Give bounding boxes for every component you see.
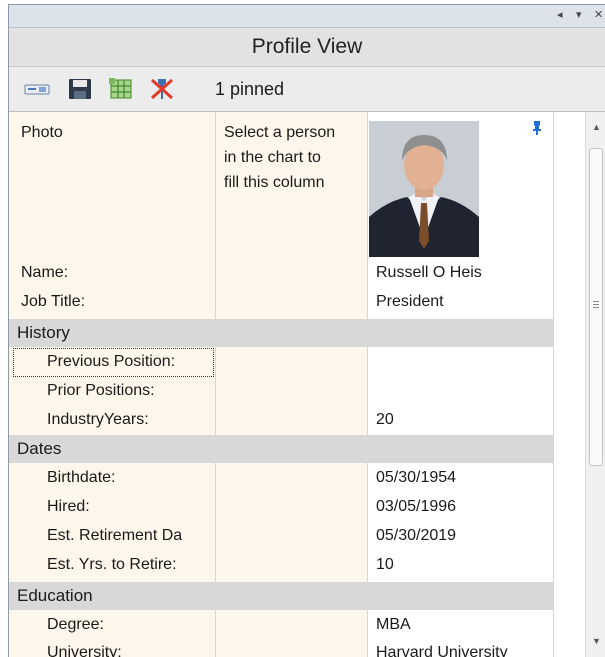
column-divider [553,112,554,657]
field-value: 20 [376,411,394,428]
dropdown-icon[interactable]: ▾ [576,8,582,21]
grip-icon [593,307,599,308]
placeholder-line: in the chart to [224,149,321,166]
placeholder-line: fill this column [224,174,325,191]
photo-label: Photo [21,124,63,141]
grip-icon [593,301,599,302]
field-label[interactable]: Prior Positions: [47,381,155,401]
empty-column [216,112,367,657]
panel-title: Profile View [9,28,605,67]
name-value: Russell O Heis [376,264,482,281]
field-value: Harvard University [376,644,508,657]
scroll-up-icon[interactable]: ▲ [592,122,601,132]
field-label[interactable]: Degree: [47,615,104,635]
job-title-label: Job Title: [21,293,86,310]
field-label[interactable]: Previous Position: [47,352,175,372]
card-icon[interactable] [24,77,50,101]
close-icon[interactable]: ✕ [594,8,603,21]
field-label[interactable]: Birthdate: [47,468,115,488]
job-title-value: President [376,293,444,310]
field-label[interactable]: IndustryYears: [47,410,149,430]
section-history[interactable]: History [9,319,553,347]
vertical-scrollbar[interactable]: ▲ ▼ [585,112,605,657]
field-value: 10 [376,556,394,573]
name-label: Name: [21,264,69,281]
placeholder-line: Select a person [224,124,336,141]
grid-icon[interactable] [108,77,134,101]
field-label[interactable]: Hired: [47,497,90,517]
field-value: 05/30/2019 [376,527,457,544]
field-value: 03/05/1996 [376,498,457,515]
window-header: ◂ ▾ ✕ [9,5,605,28]
profile-grid: Photo Select a person in the chart to fi… [9,112,585,657]
grip-icon [593,304,599,305]
field-label[interactable]: University: [47,643,122,657]
field-value: 05/30/1954 [376,469,457,486]
scroll-down-icon[interactable]: ▼ [592,636,601,646]
scrollbar-thumb[interactable] [589,148,603,466]
pin-icon[interactable] [530,120,544,136]
column-divider [215,112,216,657]
save-icon[interactable] [67,77,93,101]
unpin-icon[interactable] [149,77,175,101]
pinned-count: 1 pinned [215,79,285,99]
field-label[interactable]: Est. Yrs. to Retire: [47,555,177,575]
field-value: MBA [376,616,411,633]
section-dates[interactable]: Dates [9,435,553,463]
toolbar: 1 pinned [9,67,605,112]
section-education[interactable]: Education [9,582,553,610]
column-divider [367,112,368,657]
scroll-left-icon[interactable]: ◂ [557,8,563,21]
field-label[interactable]: Est. Retirement Da [47,526,182,546]
person-photo [369,121,479,257]
